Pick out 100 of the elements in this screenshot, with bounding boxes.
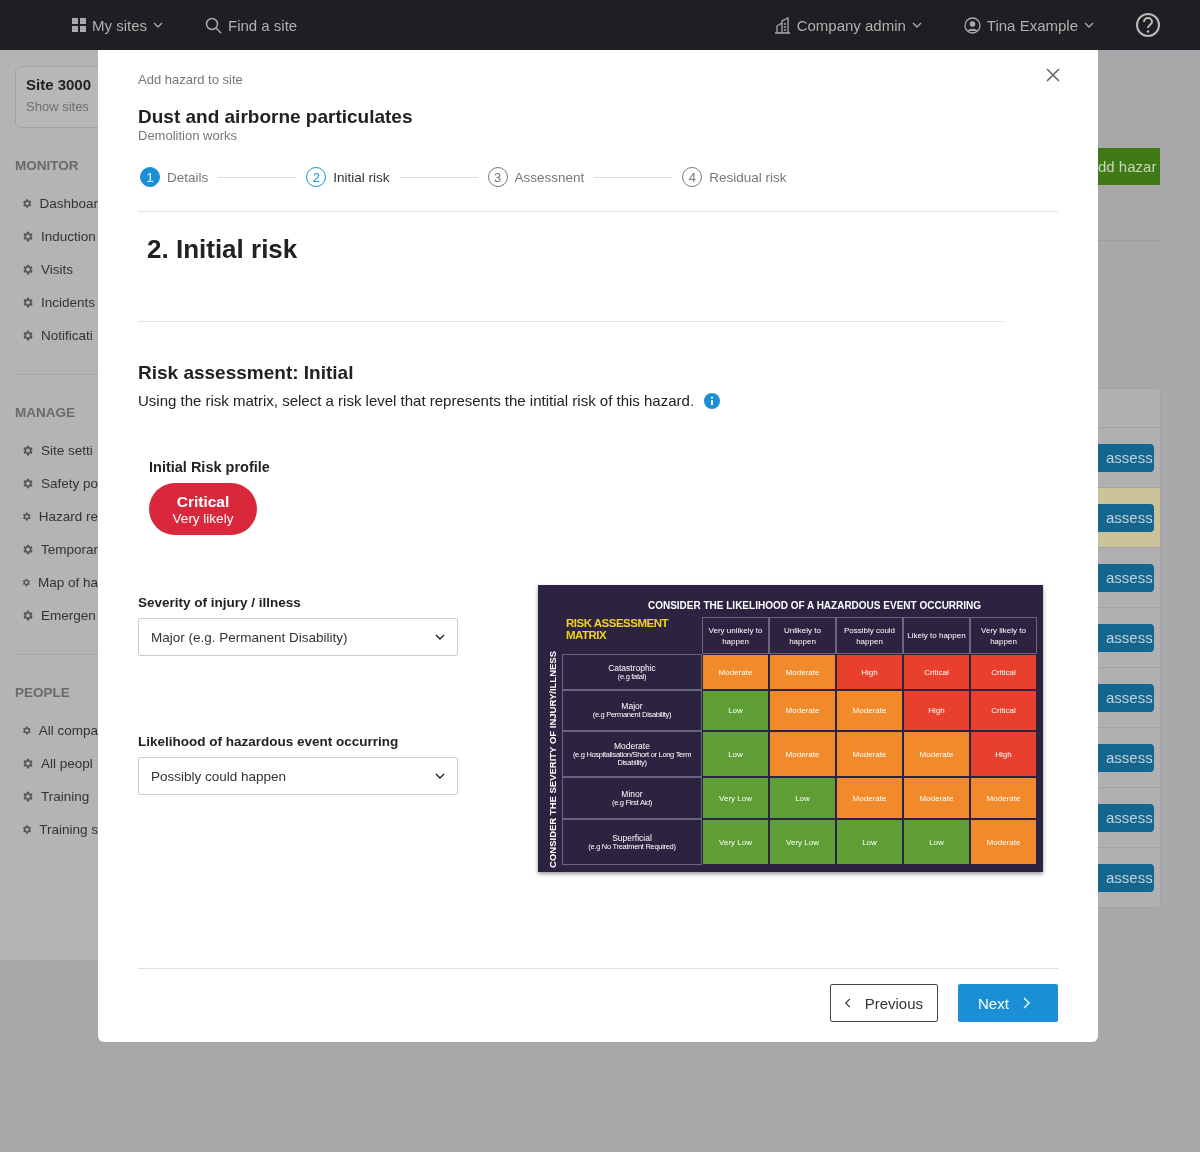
risk-cell: Moderate	[702, 654, 769, 690]
gear-icon	[21, 444, 34, 457]
risk-badge: Critical Very likely	[149, 483, 257, 535]
help-icon[interactable]	[1136, 13, 1160, 37]
assess-button[interactable]: assess	[1098, 683, 1154, 712]
gear-icon	[21, 296, 34, 309]
chevron-down-icon	[153, 22, 163, 28]
risk-cell: Low	[836, 819, 903, 865]
risk-cell: Moderate	[970, 819, 1037, 865]
risk-cell: Moderate	[769, 731, 836, 777]
risk-cell: Moderate	[970, 777, 1037, 819]
dropdown-field[interactable]: Possibly could happen	[138, 757, 458, 795]
axis-label: CONSIDER THE SEVERITY OF INJURY/ILLNESS	[546, 651, 558, 868]
dropdown-field[interactable]: Major (e.g. Permanent Disability)	[138, 618, 458, 656]
sidebar-item[interactable]: Visits	[21, 253, 98, 286]
assess-button[interactable]: assess	[1098, 503, 1154, 532]
gear-icon	[21, 230, 34, 243]
sidebar-item[interactable]: Map of ha	[21, 566, 98, 599]
assess-button[interactable]: assess	[1098, 563, 1154, 592]
chevron-left-icon	[845, 997, 851, 1009]
risk-cell: Very Low	[702, 777, 769, 819]
grid-icon	[72, 18, 86, 32]
gear-icon	[21, 609, 34, 622]
risk-cell: Moderate	[769, 654, 836, 690]
risk-cell: Critical	[903, 654, 970, 690]
step-number: 1	[140, 167, 160, 187]
risk-cell: Very Low	[702, 819, 769, 865]
nav-menu[interactable]: Company admin	[773, 16, 922, 34]
risk-cell: Critical	[970, 690, 1037, 731]
sidebar-item[interactable]: Induction	[21, 220, 98, 253]
risk-cell: Moderate	[836, 731, 903, 777]
step-tab[interactable]: 2 Initial risk	[306, 167, 390, 187]
risk-cell: Moderate	[903, 777, 970, 819]
column-header: Very unlikely to happen	[702, 617, 769, 654]
risk-cell: Low	[702, 731, 769, 777]
add-hazard-button[interactable]: dd hazar	[1098, 148, 1160, 185]
sidebar-item[interactable]: Incidents	[21, 286, 98, 319]
risk-cell: High	[970, 731, 1037, 777]
risk-cell: Very Low	[769, 819, 836, 865]
instructions-text: Using the risk matrix, select a risk level that represents the intitial risk of this hazard.	[138, 392, 695, 409]
sidebar-item[interactable]: Site setti	[21, 434, 98, 467]
profile-label: Initial Risk profile	[149, 459, 271, 475]
sidebar-item[interactable]: Emergen	[21, 599, 98, 632]
sidebar-item[interactable]: Safety po	[21, 467, 98, 500]
assess-button[interactable]: assess	[1098, 623, 1154, 652]
gear-icon	[21, 790, 34, 803]
column-header: Unlikely to happen	[769, 617, 836, 654]
risk-cell: High	[903, 690, 970, 731]
user-icon	[963, 16, 981, 34]
search-link[interactable]: Find a site	[205, 16, 298, 34]
risk-cell: Low	[769, 777, 836, 819]
gear-icon	[21, 757, 34, 770]
section-heading: MANAGE	[15, 405, 76, 420]
gear-icon	[21, 510, 32, 523]
gear-icon	[21, 823, 33, 836]
dialog-caption: Add hazard to site	[138, 72, 243, 87]
risk-cell: Low	[903, 819, 970, 865]
info-icon[interactable]	[704, 392, 721, 409]
step-tab[interactable]: 1 Details	[140, 167, 209, 187]
nav-menu[interactable]: Tina Example	[963, 16, 1094, 34]
gear-icon	[21, 197, 33, 210]
chevron-down-icon	[435, 634, 445, 640]
assess-button[interactable]: assess	[1098, 743, 1154, 772]
assess-button[interactable]: assess	[1098, 863, 1154, 892]
building-icon	[773, 16, 791, 34]
step-tab[interactable]: 3 Assessnent	[487, 167, 585, 187]
matrix-title: CONSIDER THE LIKELIHOOD OF A HAZARDOUS EVENT OCCURRING	[646, 599, 983, 611]
chevron-right-icon	[1022, 997, 1030, 1009]
sidebar-item[interactable]: All peopl	[21, 747, 98, 780]
chevron-down-icon	[435, 773, 445, 779]
matrix-label: RISK ASSESSMENT MATRIX	[565, 617, 670, 643]
section-heading: PEOPLE	[15, 685, 71, 700]
field-label: Likelihood of hazardous event occurring	[138, 734, 400, 749]
field-label: Severity of injury / illness	[138, 595, 302, 610]
search-icon	[205, 16, 222, 34]
gear-icon	[21, 477, 34, 490]
sidebar-item[interactable]: Training	[21, 780, 98, 813]
sidebar-item[interactable]: Notificati	[21, 319, 98, 352]
gear-icon	[21, 329, 34, 342]
site-name: Site 3000	[26, 76, 93, 93]
column-header: Very likely to happen	[970, 617, 1037, 654]
assessment-heading: Risk assessment: Initial	[138, 362, 355, 384]
column-header: Possibly could happen	[836, 617, 903, 654]
sidebar-item[interactable]: All compa	[21, 714, 98, 747]
step-tab[interactable]: 4 Residual risk	[682, 167, 787, 187]
chevron-down-icon	[1084, 22, 1094, 28]
sidebar-item[interactable]: Temporar	[21, 533, 98, 566]
gear-icon	[21, 724, 32, 737]
section-heading: MONITOR	[15, 158, 80, 173]
sidebar-item[interactable]: Dashboar	[21, 187, 98, 220]
risk-cell: Critical	[970, 654, 1037, 690]
risk-cell: High	[836, 654, 903, 690]
next-button[interactable]: Next	[958, 984, 1058, 1022]
nav-menu[interactable]: My sites	[72, 16, 163, 34]
sidebar-item[interactable]: Hazard re	[21, 500, 98, 533]
site-card[interactable]: Site 3000 Show sites	[15, 66, 98, 128]
assess-button[interactable]: assess	[1098, 443, 1154, 472]
previous-button[interactable]: Previous	[830, 984, 938, 1022]
assess-button[interactable]: assess	[1098, 803, 1154, 832]
sidebar-item[interactable]: Training s	[21, 813, 98, 846]
